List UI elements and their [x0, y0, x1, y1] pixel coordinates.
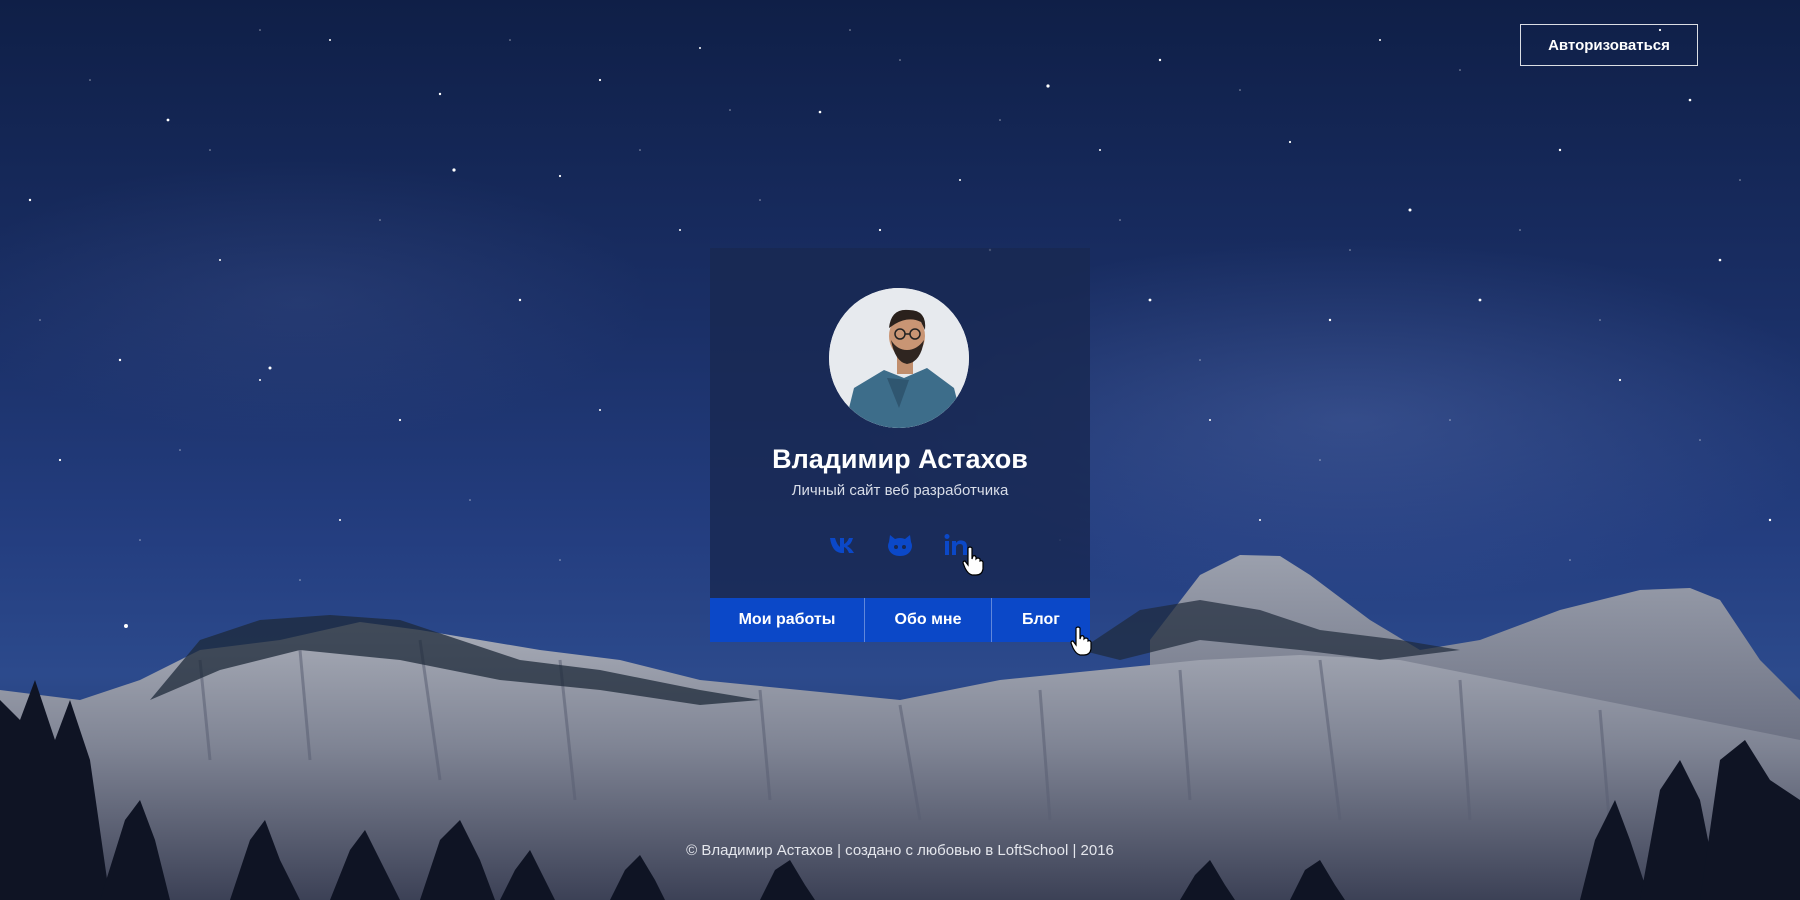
avatar-photo — [829, 288, 969, 428]
github-icon — [888, 535, 912, 556]
hand-cursor-icon — [962, 546, 984, 576]
github-link[interactable] — [883, 528, 917, 562]
avatar — [829, 288, 969, 428]
page: Авторизоваться Владимир Астахов Личный с… — [0, 0, 1800, 900]
main-nav: Мои работы Обо мне Блог — [710, 598, 1090, 642]
profile-subtitle: Личный сайт веб разработчика — [791, 482, 1009, 499]
social-links — [710, 528, 1090, 562]
footer-copyright: © Владимир Астахов | создано с любовью в… — [686, 842, 1114, 859]
vk-link[interactable] — [827, 528, 861, 562]
auth-button[interactable]: Авторизоваться — [1520, 24, 1698, 66]
profile-name: Владимир Астахов — [772, 444, 1028, 474]
nav-about-me[interactable]: Обо мне — [865, 598, 992, 642]
profile-card: Владимир Астахов Личный сайт веб разрабо… — [710, 248, 1092, 656]
vk-icon — [830, 538, 854, 553]
nav-my-works[interactable]: Мои работы — [710, 598, 865, 642]
hand-cursor-icon — [1070, 626, 1092, 656]
